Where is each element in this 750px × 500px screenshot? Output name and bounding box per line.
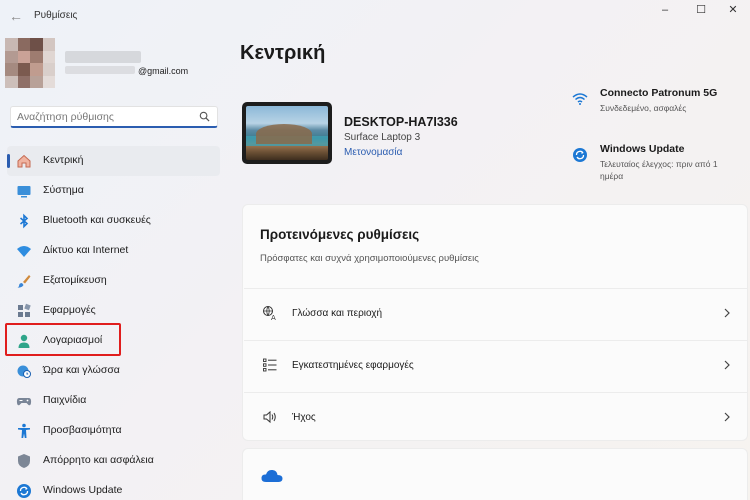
update-icon xyxy=(17,484,31,498)
device-name: DESKTOP-HA7I336 xyxy=(344,115,458,129)
sidebar-item-label: Απόρρητο και ασφάλεια xyxy=(43,454,154,466)
rename-link[interactable]: Μετονομασία xyxy=(344,147,402,158)
sidebar-item-label: Κεντρική xyxy=(43,154,84,166)
gamepad-icon xyxy=(16,398,32,406)
sidebar-item-accessibility[interactable]: Προσβασιμότητα xyxy=(7,416,220,446)
accounts-highlight-box xyxy=(5,323,121,356)
sidebar-item-gaming[interactable]: Παιχνίδια xyxy=(7,386,220,416)
minimize-button[interactable]: – xyxy=(648,0,682,20)
sidebar-item-bluetooth[interactable]: Bluetooth και συσκευές xyxy=(7,206,220,236)
maximize-button[interactable]: ☐ xyxy=(684,0,718,20)
network-state: Συνδεδεμένο, ασφαλές xyxy=(600,103,687,113)
row-language-region[interactable]: A Γλώσσα και περιοχή xyxy=(244,288,748,338)
home-icon xyxy=(17,154,31,168)
list-icon xyxy=(263,358,277,372)
account-email: @gmail.com xyxy=(138,66,189,76)
search-input[interactable] xyxy=(17,110,197,124)
sidebar-item-label: Παιχνίδια xyxy=(43,394,87,406)
network-name: Connecto Patronum 5G xyxy=(600,87,718,99)
device-image xyxy=(242,102,332,164)
chevron-right-icon xyxy=(724,360,730,370)
update-last-check: Τελευταίος έλεγχος: πριν από 1 ημέρα xyxy=(600,159,718,181)
language-icon: A xyxy=(263,306,276,321)
account-email-redacted xyxy=(65,66,135,74)
sidebar-item-label: Bluetooth και συσκευές xyxy=(43,214,151,226)
sidebar-item-label: Εφαρμογές xyxy=(43,304,96,316)
row-sound[interactable]: Ήχος xyxy=(244,392,748,442)
main-content: Κεντρική DESKTOP-HA7I336 Surface Laptop … xyxy=(232,32,750,500)
search-icon[interactable] xyxy=(199,111,210,122)
apps-icon xyxy=(18,303,31,317)
sidebar-item-label: Προσβασιμότητα xyxy=(43,424,122,436)
sidebar-item-label: Ώρα και γλώσσα xyxy=(43,364,120,376)
shield-icon xyxy=(18,454,30,468)
account-name-redacted xyxy=(65,51,141,63)
chevron-right-icon xyxy=(724,308,730,318)
row-label: Ήχος xyxy=(292,412,316,423)
wifi-icon xyxy=(572,93,588,105)
brush-icon xyxy=(17,275,31,288)
search-box[interactable] xyxy=(10,106,218,128)
avatar[interactable] xyxy=(5,38,55,88)
app-title: Ρυθμίσεις xyxy=(34,10,78,21)
sidebar-item-personalization[interactable]: Εξατομίκευση xyxy=(7,266,220,296)
recommended-settings-card: Προτεινόμενες ρυθμίσεις Πρόσφατες και συ… xyxy=(242,204,748,441)
system-icon xyxy=(17,186,31,198)
onedrive-card[interactable] xyxy=(242,448,748,500)
card-title: Προτεινόμενες ρυθμίσεις xyxy=(260,227,420,242)
sidebar-item-home[interactable]: Κεντρική xyxy=(7,146,220,176)
back-button[interactable]: ← xyxy=(6,6,26,26)
sidebar-item-label: Windows Update xyxy=(43,484,123,496)
speaker-icon xyxy=(263,410,276,424)
update-title: Windows Update xyxy=(600,143,685,155)
sidebar-item-label: Σύστημα xyxy=(43,184,84,196)
globe-clock-icon xyxy=(17,365,31,378)
row-installed-apps[interactable]: Εγκατεστημένες εφαρμογές xyxy=(244,340,748,390)
sidebar-item-system[interactable]: Σύστημα xyxy=(7,176,220,206)
title-bar: ← Ρυθμίσεις – ☐ ✕ xyxy=(0,0,750,32)
device-model: Surface Laptop 3 xyxy=(344,132,421,143)
row-label: Γλώσσα και περιοχή xyxy=(292,308,383,319)
sidebar-item-label: Εξατομίκευση xyxy=(43,274,107,286)
svg-text:A: A xyxy=(271,314,276,321)
sidebar-item-label: Δίκτυο και Internet xyxy=(43,244,129,256)
sidebar-item-windows-update[interactable]: Windows Update xyxy=(7,476,220,500)
page-title: Κεντρική xyxy=(240,42,326,64)
card-subtitle: Πρόσφατες και συχνά χρησιμοποιούμενες ρυ… xyxy=(260,253,479,264)
row-label: Εγκατεστημένες εφαρμογές xyxy=(292,360,414,371)
chevron-right-icon xyxy=(724,412,730,422)
accessibility-icon xyxy=(18,423,30,438)
network-icon xyxy=(17,246,31,257)
sidebar-item-apps[interactable]: Εφαρμογές xyxy=(7,296,220,326)
update-icon xyxy=(573,148,587,162)
active-indicator xyxy=(7,154,10,168)
bluetooth-icon xyxy=(19,213,29,229)
cloud-icon xyxy=(261,469,283,482)
close-button[interactable]: ✕ xyxy=(716,0,750,20)
sidebar-item-privacy[interactable]: Απόρρητο και ασφάλεια xyxy=(7,446,220,476)
sidebar-item-network[interactable]: Δίκτυο και Internet xyxy=(7,236,220,266)
sidebar-item-time-language[interactable]: Ώρα και γλώσσα xyxy=(7,356,220,386)
